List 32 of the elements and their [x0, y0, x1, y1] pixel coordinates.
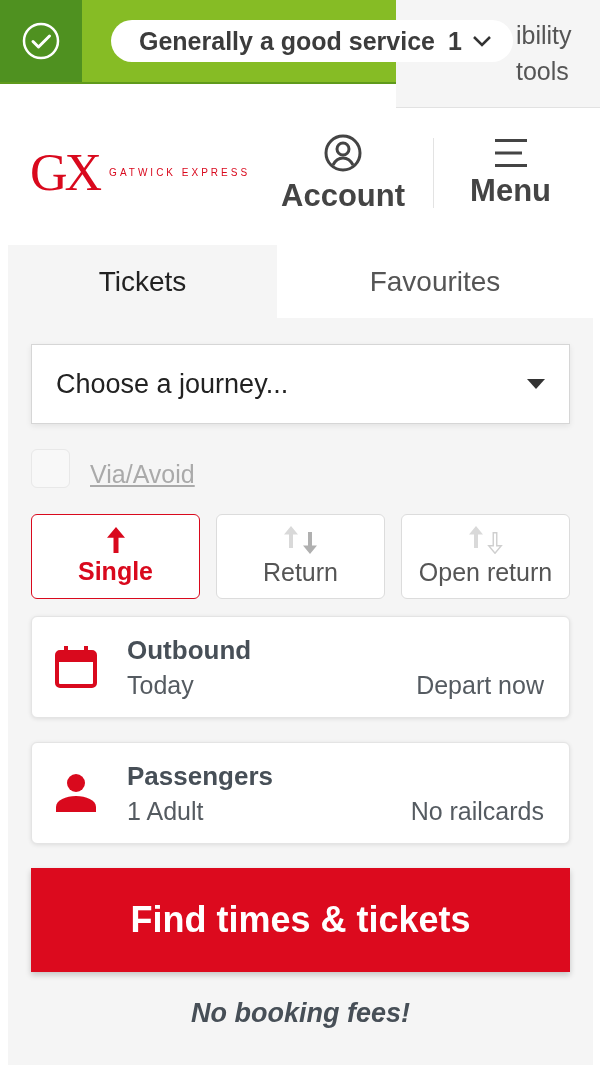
service-status-button[interactable]: Generally a good service 1 [111, 20, 513, 62]
outbound-date: Today [127, 669, 194, 700]
ticket-type-button[interactable]: Open return [401, 514, 570, 599]
alert-count: 1 [448, 26, 462, 56]
up-down-arrows-icon [283, 526, 318, 554]
ticket-type-button[interactable]: Single [31, 514, 200, 599]
person-icon [55, 774, 97, 812]
passenger-count: 1 Adult [127, 795, 204, 826]
up-down-arrows-icon [468, 526, 503, 554]
passengers-title: Passengers [127, 760, 273, 792]
calendar-icon [55, 646, 97, 688]
logo-wordmark: GATWICK EXPRESS [109, 167, 251, 178]
account-icon [324, 134, 363, 172]
journey-select[interactable]: Choose a journey... [31, 344, 570, 424]
passengers-card[interactable]: Passengers 1 Adult No railcards [31, 742, 570, 844]
outbound-title: Outbound [127, 634, 252, 666]
caret-down-icon [527, 379, 545, 389]
ticket-type-button[interactable]: Return [216, 514, 385, 599]
no-fees-note: No booking fees! [191, 998, 410, 1029]
find-tickets-button[interactable]: Find times & tickets [31, 868, 570, 972]
account-button[interactable]: Account [281, 134, 406, 211]
accessibility-tools-button[interactable]: ibility tools [516, 17, 572, 89]
arrow-up-icon [106, 527, 125, 553]
tab[interactable]: Favourites [277, 245, 593, 318]
outbound-card[interactable]: Outbound Today Depart now [31, 616, 570, 718]
outbound-time: Depart now [416, 669, 544, 700]
check-circle-icon [22, 22, 60, 60]
chevron-down-icon [471, 35, 492, 47]
railcards-text: No railcards [410, 795, 544, 826]
menu-icon [494, 139, 527, 167]
logo-mark[interactable]: GX [30, 146, 100, 199]
menu-button[interactable]: Menu [470, 139, 551, 206]
